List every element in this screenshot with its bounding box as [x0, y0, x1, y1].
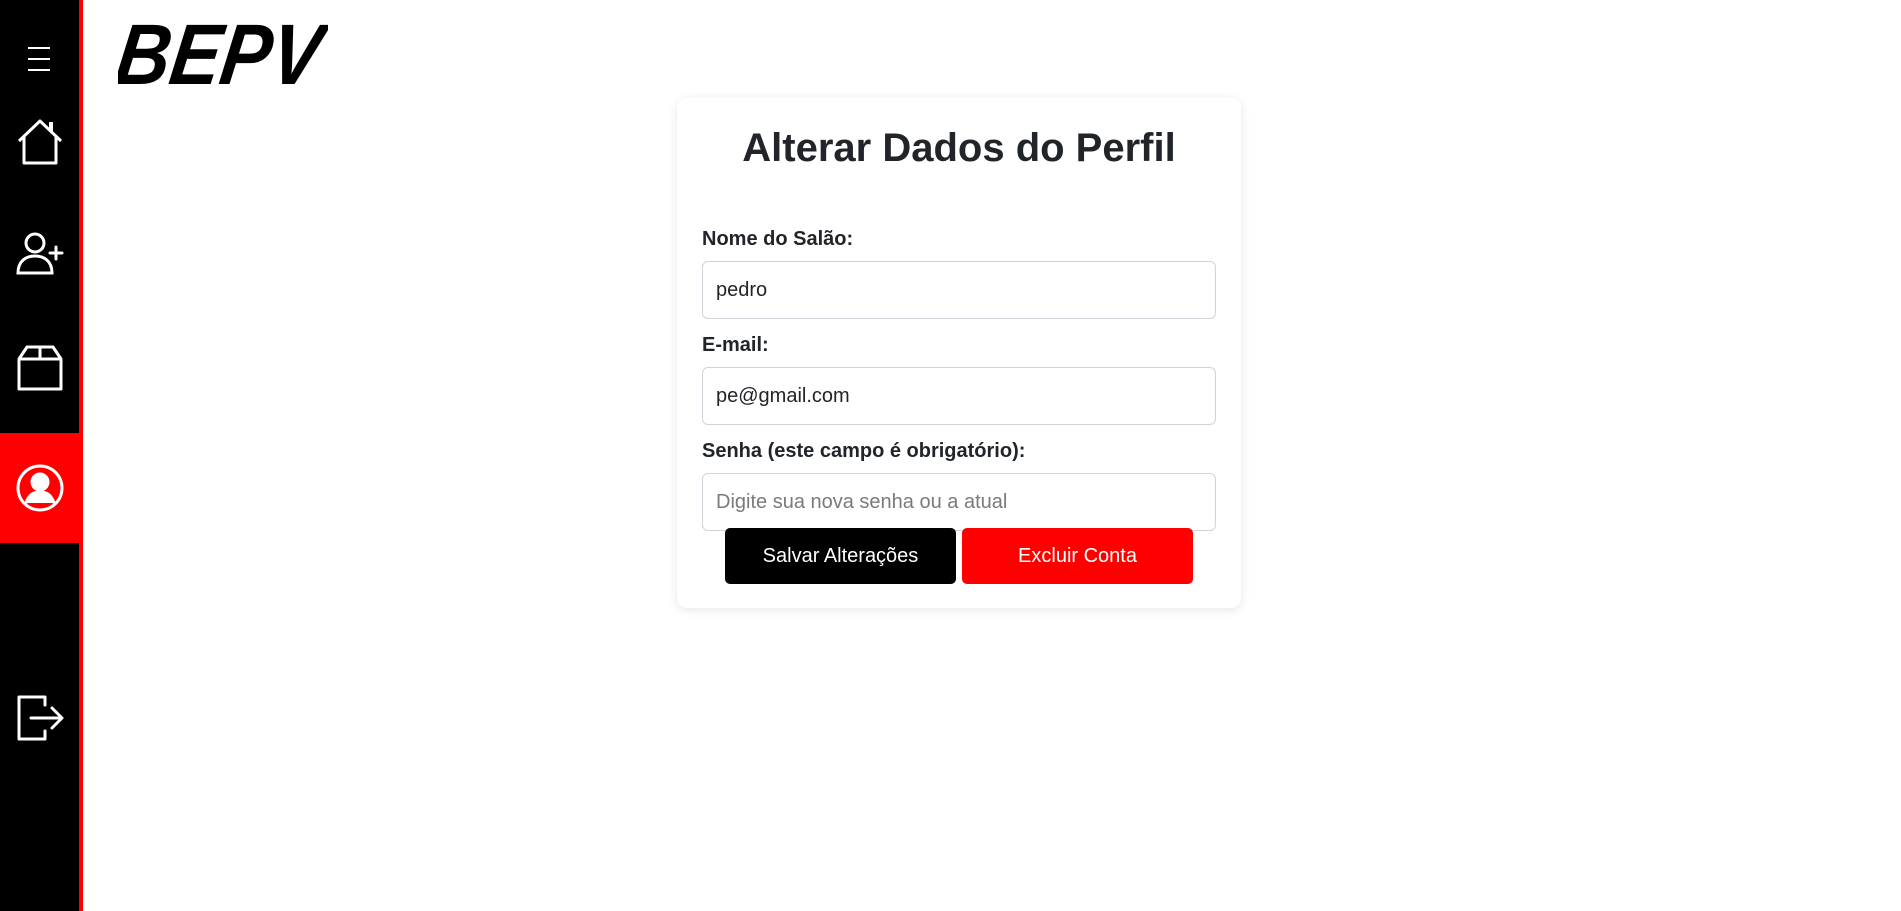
- sidebar: [0, 0, 83, 911]
- sidebar-item-profile[interactable]: [0, 433, 79, 543]
- password-label: Senha (este campo é obrigatório):: [702, 440, 1026, 462]
- save-button[interactable]: Salvar Alterações: [725, 528, 956, 584]
- user-plus-icon: [15, 232, 63, 275]
- home-icon: [17, 119, 62, 165]
- menu-icon[interactable]: [26, 47, 52, 71]
- delete-account-button[interactable]: Excluir Conta: [962, 528, 1193, 584]
- salon-name-input[interactable]: [702, 261, 1216, 319]
- profile-form-card: Alterar Dados do Perfil Nome do Salão: E…: [677, 98, 1241, 608]
- svg-text:BEPV: BEPV: [118, 7, 328, 94]
- email-label: E-mail:: [702, 334, 769, 356]
- page-title: Alterar Dados do Perfil: [742, 126, 1176, 170]
- user-circle-icon: [16, 464, 63, 512]
- logout-icon: [17, 695, 63, 741]
- email-input[interactable]: [702, 367, 1216, 425]
- sidebar-item-add-user[interactable]: [0, 214, 79, 294]
- box-icon: [17, 345, 62, 391]
- brand-logo: BEPV: [118, 7, 328, 94]
- sidebar-item-home[interactable]: [0, 102, 79, 182]
- sidebar-item-products[interactable]: [0, 328, 79, 408]
- sidebar-item-logout[interactable]: [0, 678, 79, 758]
- salon-name-label: Nome do Salão:: [702, 228, 854, 250]
- password-input[interactable]: [702, 473, 1216, 531]
